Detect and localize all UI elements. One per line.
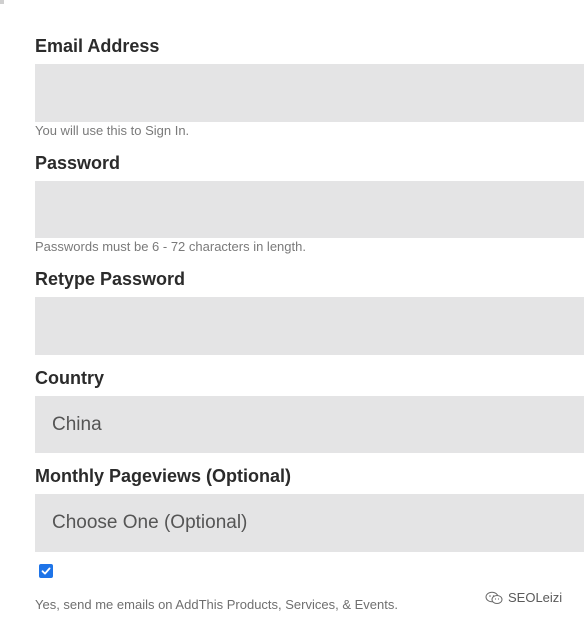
email-field[interactable] xyxy=(35,64,584,122)
email-label: Email Address xyxy=(35,36,160,56)
retype-password-field[interactable] xyxy=(35,297,584,355)
country-select[interactable]: China xyxy=(35,396,584,453)
watermark-text: SEOLeizi xyxy=(508,590,563,605)
country-label: Country xyxy=(35,368,104,388)
retype-password-label: Retype Password xyxy=(35,269,186,289)
password-field[interactable] xyxy=(35,181,584,238)
wechat-icon xyxy=(485,591,503,604)
password-label: Password xyxy=(35,153,121,173)
checkmark-icon xyxy=(41,567,51,575)
corner-mark xyxy=(0,0,4,4)
pageviews-select[interactable]: Choose One (Optional) xyxy=(35,494,584,552)
newsletter-label: Yes, send me emails on AddThis Products,… xyxy=(35,597,398,612)
signup-page: Email Address You will use this to Sign … xyxy=(0,0,584,622)
email-hint: You will use this to Sign In. xyxy=(35,123,190,138)
watermark: SEOLeizi xyxy=(485,590,562,605)
newsletter-checkbox[interactable] xyxy=(39,564,53,578)
pageviews-label: Monthly Pageviews (Optional) xyxy=(35,466,292,486)
pageviews-selected-value: Choose One (Optional) xyxy=(52,512,248,533)
password-hint: Passwords must be 6 - 72 characters in l… xyxy=(35,239,306,254)
country-selected-value: China xyxy=(52,413,102,435)
